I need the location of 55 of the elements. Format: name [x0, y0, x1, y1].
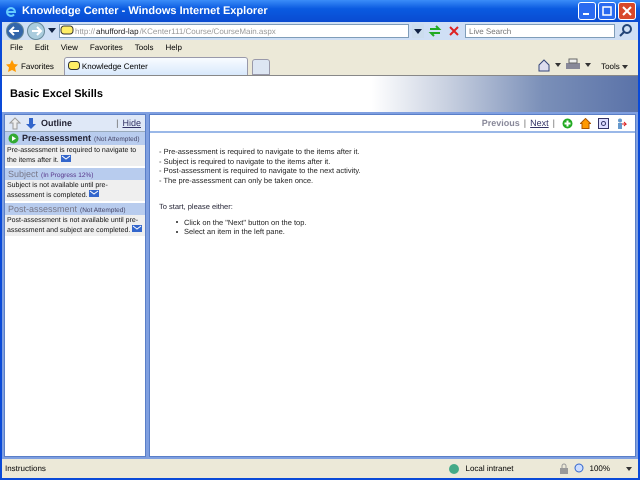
zone-text: Local intranet [466, 464, 514, 473]
zoom-level[interactable]: 100% [590, 464, 610, 473]
exit-icon[interactable] [616, 118, 627, 128]
course-title: Basic Excel Skills [10, 88, 103, 100]
dropdown-arrow-icon[interactable] [555, 63, 562, 67]
close-icon [622, 6, 632, 16]
dropdown-arrow-icon[interactable] [585, 63, 592, 67]
home-icon[interactable] [580, 118, 591, 128]
speech-bubble-icon [68, 61, 80, 72]
favorites-button[interactable]: Favorites [6, 57, 60, 75]
maximize-button[interactable] [598, 2, 616, 20]
back-button[interactable] [6, 22, 24, 40]
menu-item[interactable]: File [10, 43, 23, 52]
separator: | [116, 118, 118, 128]
window-title: Knowledge Center - Windows Internet Explorer [22, 5, 268, 17]
browser-logo-icon [4, 4, 18, 18]
menu-item[interactable]: Favorites [90, 43, 123, 52]
forward-button[interactable] [27, 22, 45, 40]
maximize-icon [602, 6, 612, 16]
address-field[interactable]: http://ahufford-lap/KCenter111/Course/CourseMain.aspx [59, 24, 409, 38]
plus-icon[interactable] [562, 118, 573, 128]
dropdown-arrow-icon[interactable] [48, 28, 56, 34]
printer-icon[interactable] [565, 58, 582, 72]
dropdown-arrow-icon[interactable] [626, 466, 632, 470]
hide-link[interactable]: Hide [122, 118, 141, 128]
menu-item[interactable]: Edit [34, 43, 49, 52]
search-field[interactable]: Live Search [465, 24, 615, 38]
mail-icon[interactable] [89, 190, 100, 197]
minimize-icon [582, 13, 588, 15]
menu-item[interactable]: View [60, 43, 78, 52]
outline-title: Outline [41, 118, 72, 128]
mail-icon[interactable] [132, 225, 142, 232]
item-title: Pre-assessment [22, 133, 92, 143]
back-arrow-icon [8, 24, 22, 38]
status-text: Instructions [5, 464, 46, 473]
separator: | [524, 118, 526, 128]
close-button[interactable] [618, 2, 636, 20]
home-icon[interactable] [537, 58, 552, 72]
menu-item[interactable]: Help [165, 43, 182, 52]
separator: | [552, 118, 555, 128]
item-title: Post-assessment [8, 204, 78, 214]
next-link[interactable]: Next [530, 118, 549, 128]
forward-arrow-icon [29, 24, 43, 38]
caret-icon [622, 64, 628, 68]
tools-button[interactable]: Tools [595, 57, 634, 75]
speech-bubble-icon [60, 25, 74, 37]
item-title: Subject [8, 169, 38, 179]
play-icon [8, 133, 19, 144]
star-icon [6, 60, 18, 72]
browser-tab[interactable]: Knowledge Center [64, 57, 248, 75]
minimize-button[interactable] [578, 2, 596, 20]
mail-icon[interactable] [60, 155, 71, 162]
down-arrow-icon[interactable] [25, 116, 37, 130]
menu-item[interactable]: Tools [134, 43, 154, 52]
search-icon[interactable] [618, 23, 634, 39]
